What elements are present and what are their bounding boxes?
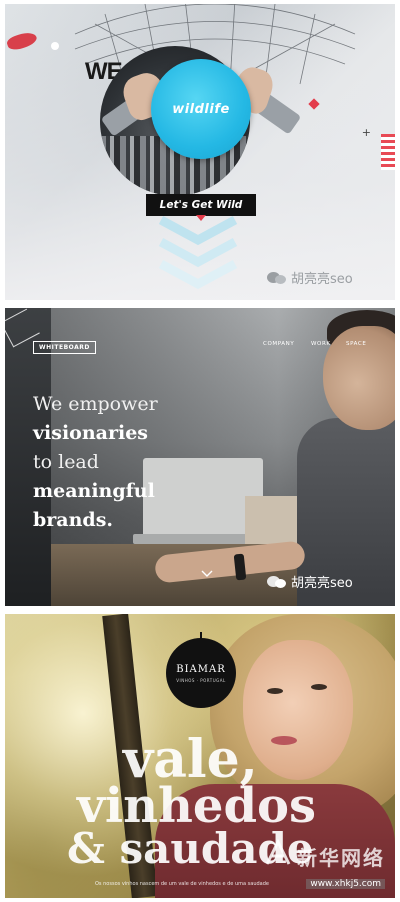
woman-face (243, 640, 353, 780)
lets-get-wild-button[interactable]: Let's Get Wild (146, 194, 256, 216)
watermark-logo-icon (265, 838, 291, 865)
white-dot (51, 42, 59, 50)
badge-string (200, 632, 202, 640)
watermark-text: 胡亮亮seo (291, 576, 353, 591)
brand-name: BIAMAR (176, 663, 226, 675)
whiteboard-site-panel: WHITEBOARD COMPANY WORK SPACE We empower… (5, 308, 395, 606)
footer-caption: Os nossos vinhos nascem de um vale de vi… (95, 881, 269, 887)
headline-line: visionaries (33, 422, 148, 444)
wildlife-site-panel: WE ARE wildlife Let's Get Wild + 胡亮亮seo (5, 4, 395, 300)
headline-line: We empower (33, 393, 158, 415)
biamar-logo-badge[interactable]: BIAMAR VINHOS · PORTUGAL (166, 632, 236, 708)
red-stripe-decoration (381, 134, 395, 170)
wechat-watermark: 胡亮亮seo (267, 268, 353, 287)
wildlife-logo-text: wildlife (172, 101, 230, 117)
nav-space[interactable]: SPACE (346, 341, 366, 347)
chevron-stack-graphic (158, 216, 238, 290)
wechat-watermark: 胡亮亮seo (267, 572, 353, 591)
nav-work[interactable]: WORK (311, 341, 331, 347)
plus-icon: + (361, 126, 371, 139)
tagline-line-2: vinhedos (77, 778, 317, 834)
watermark-cn: 新华网络 (297, 846, 385, 870)
headline-line: brands. (33, 509, 114, 531)
right-eye (311, 684, 327, 690)
headline-line: meaningful (33, 480, 155, 502)
brand-subtitle: VINHOS · PORTUGAL (176, 677, 226, 683)
wechat-icon (267, 270, 287, 286)
biamar-site-panel: BIAMAR VINHOS · PORTUGAL vale, vinhedos … (5, 614, 395, 898)
wildlife-logo-disc[interactable]: wildlife (151, 59, 251, 159)
left-eye (267, 688, 283, 694)
wechat-icon (267, 574, 287, 590)
lips (271, 736, 297, 745)
headline-line: to lead (33, 451, 99, 473)
hero-headline: We empower visionaries to lead meaningfu… (33, 390, 233, 535)
whiteboard-logo[interactable]: WHITEBOARD (33, 341, 96, 354)
site-watermark: 新华网络 www.xhkj5.com (265, 838, 385, 890)
chevron-down-icon[interactable] (201, 570, 213, 578)
watermark-text: 胡亮亮seo (291, 272, 353, 287)
watermark-url: www.xhkj5.com (306, 879, 385, 889)
nav-company[interactable]: COMPANY (263, 341, 294, 347)
